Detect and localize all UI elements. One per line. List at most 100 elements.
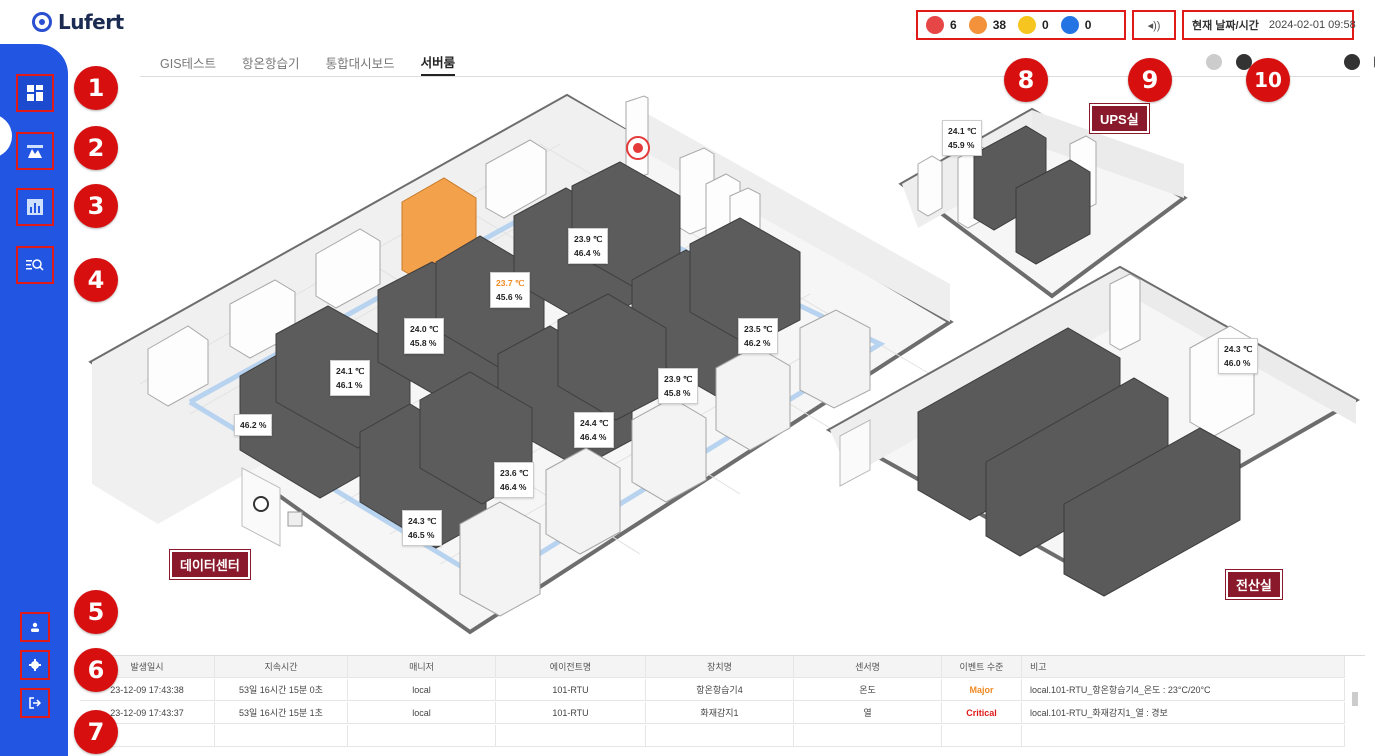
alarm-major[interactable]: 38 bbox=[968, 16, 1007, 34]
table-row[interactable]: 23-12-09 17:43:37 53일 16시간 15분 1초 local … bbox=[80, 701, 1345, 724]
table-cell: 온도 bbox=[794, 678, 942, 701]
tab-gis-test[interactable]: GIS테스트 bbox=[160, 48, 216, 76]
datetime-value: 2024-02-01 09:58 bbox=[1268, 19, 1356, 31]
dashboard-icon bbox=[27, 85, 43, 101]
info-dot-icon bbox=[1060, 16, 1079, 34]
alarm-critical[interactable]: 6 bbox=[926, 16, 957, 34]
sensor-temp: 23.7 ℃ bbox=[496, 278, 525, 288]
app-root: Lufert 6 38 0 0 ◂)) 현재 날짜/시간 2024-02-01 … bbox=[0, 0, 1375, 756]
sensor-humidity: 45.8 % bbox=[410, 338, 437, 348]
sensor-label[interactable]: 24.1 ℃ 46.1 % bbox=[330, 360, 371, 396]
alarm-summary: 6 38 0 0 bbox=[916, 10, 1126, 40]
table-cell: 화재감지1 bbox=[646, 701, 794, 724]
room-label-ups[interactable]: UPS실 bbox=[1089, 103, 1150, 134]
sensor-humidity: 46.5 % bbox=[408, 530, 435, 540]
callout-badge: 10 bbox=[1246, 58, 1290, 102]
sensor-label[interactable]: 24.0 ℃ 45.8 % bbox=[404, 318, 445, 354]
sidebar-item-user[interactable] bbox=[20, 612, 50, 642]
sidebar bbox=[0, 44, 68, 756]
table-cell bbox=[348, 724, 496, 747]
tab-server-room[interactable]: 서버룸 bbox=[420, 48, 456, 76]
map-icon bbox=[27, 145, 43, 158]
sensor-label[interactable]: 23.9 ℃ 45.8 % bbox=[658, 368, 699, 404]
tab-crac[interactable]: 항온항습기 bbox=[242, 48, 300, 76]
page-controls bbox=[1206, 54, 1375, 70]
callout-badge: 3 bbox=[74, 184, 118, 228]
sensor-temp: 24.3 ℃ bbox=[1224, 344, 1253, 354]
event-level-badge: Major bbox=[942, 678, 1022, 701]
logo-icon bbox=[32, 12, 52, 32]
column-header[interactable]: 매니저 bbox=[348, 655, 496, 678]
sensor-label[interactable]: 24.3 ℃ 46.5 % bbox=[402, 510, 443, 546]
alarm-major-count: 38 bbox=[992, 18, 1007, 32]
column-header[interactable]: 센서명 bbox=[794, 655, 942, 678]
sidebar-item-settings[interactable] bbox=[20, 650, 50, 680]
sidebar-item-search[interactable] bbox=[16, 246, 54, 284]
table-scrollbar[interactable] bbox=[1350, 684, 1360, 754]
sidebar-item-dashboard[interactable] bbox=[16, 74, 54, 112]
table-cell bbox=[942, 724, 1022, 747]
play-icon[interactable] bbox=[1344, 54, 1360, 70]
sidebar-item-map[interactable] bbox=[16, 132, 54, 170]
column-header[interactable]: 지속시간 bbox=[215, 655, 348, 678]
sensor-temp: 24.0 ℃ bbox=[410, 324, 439, 334]
sensor-temp: 24.3 ℃ bbox=[408, 516, 437, 526]
table-row[interactable]: 23-12-09 17:43:38 53일 16시간 15분 0초 local … bbox=[80, 678, 1345, 701]
callout-badge: 1 bbox=[74, 66, 118, 110]
column-header[interactable]: 에이전트명 bbox=[496, 655, 646, 678]
logo-text: Lufert bbox=[58, 10, 124, 34]
room-label-it[interactable]: 전산실 bbox=[1225, 569, 1283, 600]
table-row-empty bbox=[80, 724, 1345, 747]
callout-badge: 2 bbox=[74, 126, 118, 170]
event-table: 발생일시 지속시간 매니저 에이전트명 장치명 센서명 이벤트 수준 비고 23… bbox=[80, 655, 1365, 756]
alarm-info-count: 0 bbox=[1084, 18, 1092, 32]
sensor-humidity: 45.8 % bbox=[664, 388, 691, 398]
sound-toggle-button[interactable]: ◂)) bbox=[1132, 10, 1176, 40]
sensor-label[interactable]: 23.5 ℃ 46.2 % bbox=[738, 318, 779, 354]
sensor-label[interactable]: 24.4 ℃ 46.4 % bbox=[574, 412, 615, 448]
floor-plan-illustration bbox=[88, 93, 1361, 635]
view-tabs: GIS테스트 항온항습기 통합대시보드 서버룸 bbox=[160, 48, 456, 76]
sensor-humidity: 45.9 % bbox=[948, 140, 975, 150]
table-cell: local.101-RTU_항온항습기4_온도 : 23°C/20°C bbox=[1022, 678, 1345, 701]
table-cell: 53일 16시간 15분 1초 bbox=[215, 701, 348, 724]
prev-page-icon[interactable] bbox=[1206, 54, 1222, 70]
datetime-label: 현재 날짜/시간 bbox=[1192, 20, 1259, 32]
logout-icon bbox=[29, 697, 41, 709]
room-label-datacenter[interactable]: 데이터센터 bbox=[169, 549, 251, 580]
callout-badge: 7 bbox=[74, 710, 118, 754]
server-room-scene: 23.9 ℃ 46.4 % 23.7 ℃ 45.6 % 24.0 ℃ 45.8 % 2… bbox=[80, 84, 1368, 644]
sensor-label[interactable]: 23.9 ℃ 46.4 % bbox=[568, 228, 609, 264]
table-cell: local bbox=[348, 701, 496, 724]
table-header: 발생일시 지속시간 매니저 에이전트명 장치명 센서명 이벤트 수준 비고 bbox=[80, 655, 1345, 678]
list-search-icon bbox=[26, 259, 44, 271]
column-header[interactable]: 장치명 bbox=[646, 655, 794, 678]
alarm-info[interactable]: 0 bbox=[1060, 16, 1092, 34]
sensor-label[interactable]: 23.6 ℃ 46.4 % bbox=[494, 462, 535, 498]
table-cell bbox=[215, 724, 348, 747]
column-header[interactable]: 이벤트 수준 bbox=[942, 655, 1022, 678]
column-header[interactable]: 비고 bbox=[1022, 655, 1345, 678]
sensor-humidity: 46.4 % bbox=[574, 248, 601, 258]
sidebar-item-report[interactable] bbox=[16, 188, 54, 226]
sensor-temp: 23.9 ℃ bbox=[574, 234, 603, 244]
datetime-display: 현재 날짜/시간 2024-02-01 09:58 bbox=[1182, 10, 1356, 40]
scrollbar-thumb[interactable] bbox=[1352, 692, 1358, 706]
table-cell bbox=[794, 724, 942, 747]
app-logo[interactable]: Lufert bbox=[32, 10, 124, 34]
sensor-label[interactable]: 46.2 % bbox=[234, 414, 273, 436]
sensor-label-warning[interactable]: 23.7 ℃ 45.6 % bbox=[490, 272, 531, 308]
table-cell bbox=[496, 724, 646, 747]
sensor-label[interactable]: 24.3 ℃ 46.0 % bbox=[1218, 338, 1259, 374]
sensor-humidity: 46.1 % bbox=[336, 380, 363, 390]
sensor-label[interactable]: 24.1 ℃ 45.9 % bbox=[942, 120, 983, 156]
callout-badge: 5 bbox=[74, 590, 118, 634]
table-cell bbox=[646, 724, 794, 747]
sidebar-active-indicator bbox=[0, 114, 12, 158]
sidebar-item-logout[interactable] bbox=[20, 688, 50, 718]
tab-integrated-dashboard[interactable]: 통합대시보드 bbox=[326, 48, 395, 76]
gear-icon bbox=[29, 659, 41, 671]
sensor-temp: 24.4 ℃ bbox=[580, 418, 609, 428]
alarm-minor[interactable]: 0 bbox=[1018, 16, 1049, 34]
table-cell: 열 bbox=[794, 701, 942, 724]
